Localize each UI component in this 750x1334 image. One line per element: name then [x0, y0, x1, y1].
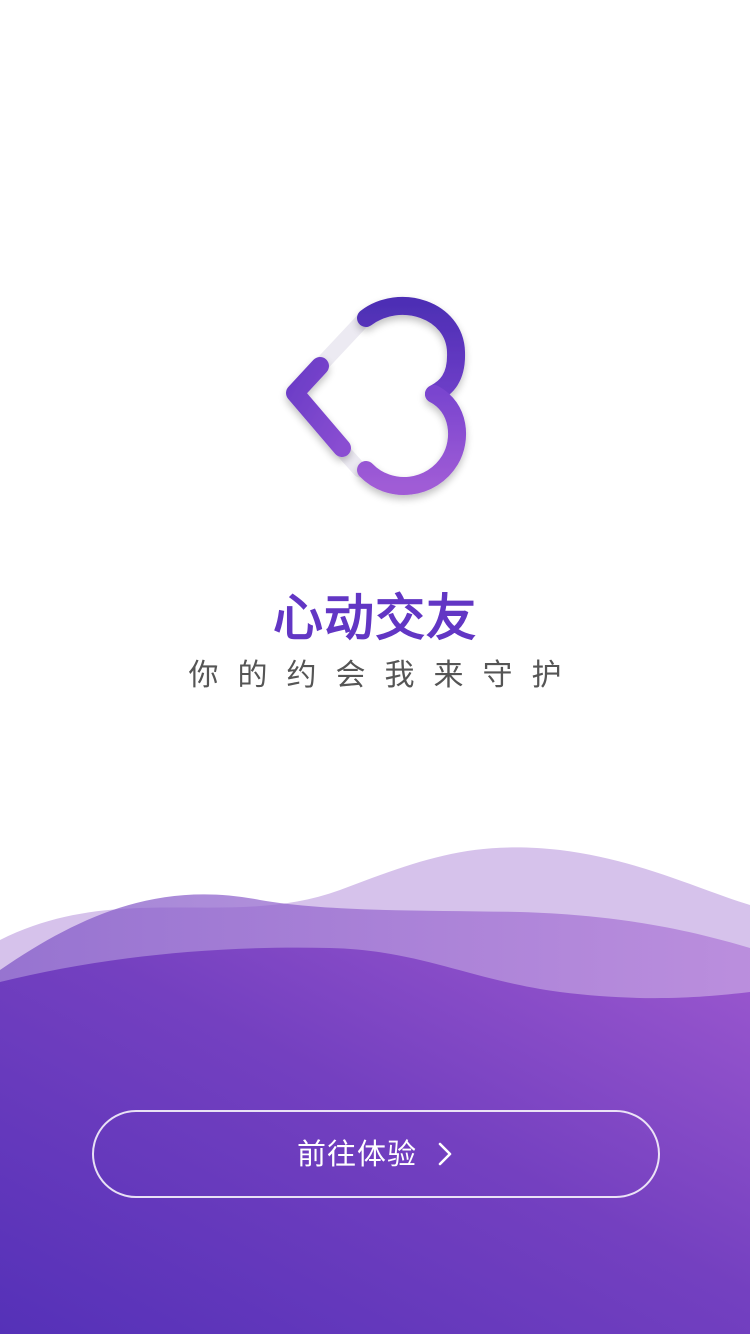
heart-logo-icon [270, 280, 480, 510]
app-title: 心动交友 [273, 589, 477, 647]
start-experience-label: 前往体验 [296, 1137, 417, 1171]
start-experience-button[interactable]: 前往体验 [92, 1110, 660, 1198]
splash-screen: 心动交友 你的约会我来守护 前往体验 [0, 0, 750, 1334]
wave-background [0, 820, 750, 1334]
app-slogan: 你的约会我来守护 [188, 658, 581, 693]
chevron-right-icon [435, 1140, 455, 1168]
